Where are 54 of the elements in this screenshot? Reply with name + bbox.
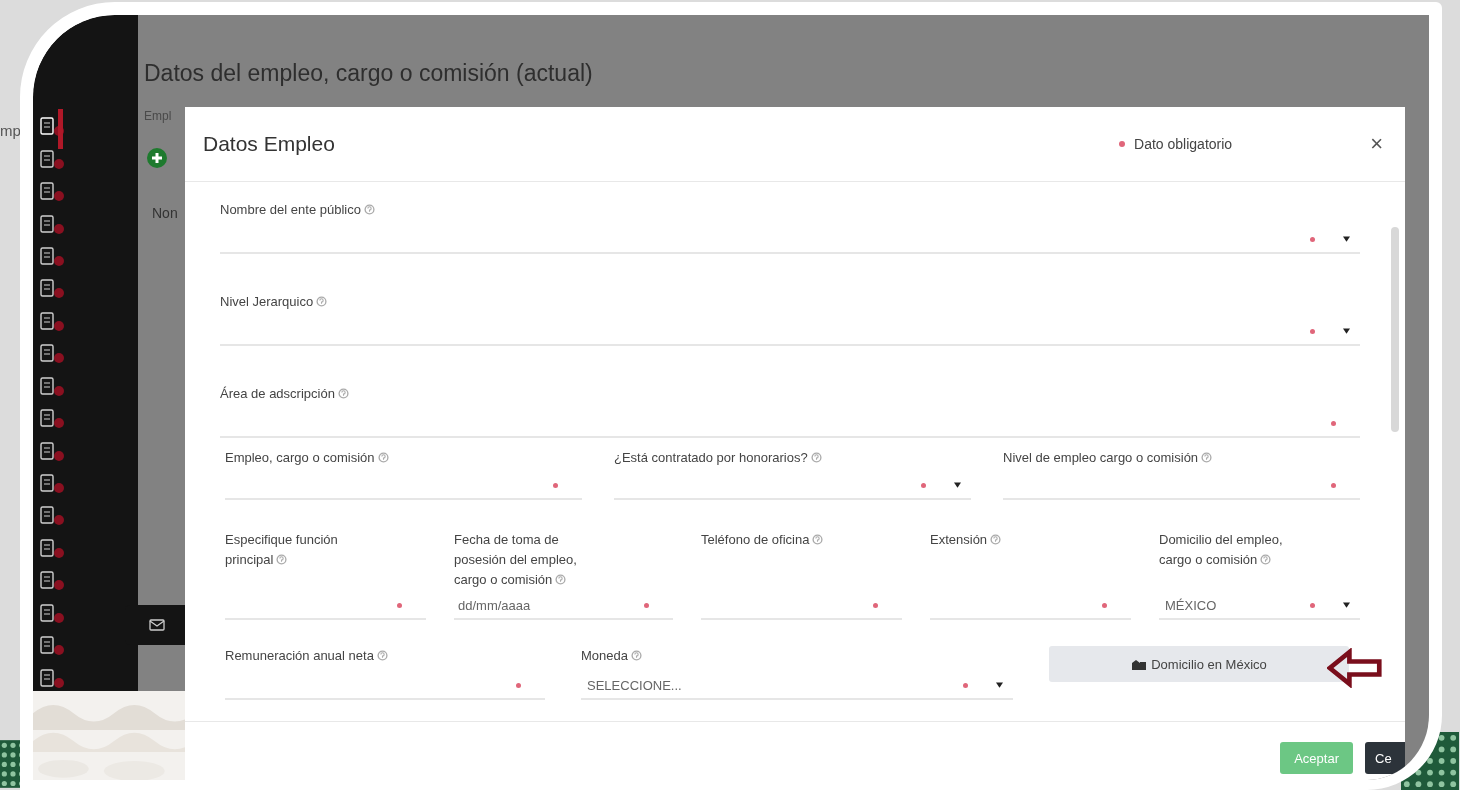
mail-icon (149, 619, 165, 631)
document-icon[interactable] (39, 181, 65, 204)
document-icon[interactable] (39, 602, 65, 625)
caret-icon (1343, 236, 1350, 242)
document-icon[interactable] (39, 375, 65, 398)
field-label: Nombre del ente público (220, 200, 1360, 220)
document-icon[interactable] (39, 537, 65, 560)
document-icon[interactable] (39, 213, 65, 236)
field-label: Domicilio del empleo, cargo o comisión (1159, 531, 1284, 569)
field-label: Nivel Jerarquico (220, 292, 1360, 312)
caret-icon (1343, 602, 1350, 608)
cancel-button[interactable]: Ce (1365, 742, 1405, 774)
date-field[interactable]: dd/mm/aaaa (454, 597, 634, 613)
field-label: Teléfono de oficina (701, 530, 851, 550)
document-icon[interactable] (39, 148, 65, 171)
caret-icon (1343, 328, 1350, 334)
field-label: Área de adscripción (220, 384, 1360, 404)
add-icon[interactable] (147, 148, 167, 168)
page-text: mp (0, 122, 21, 139)
field-label: Fecha de toma de posesión del empleo, cargo o comisión (454, 531, 578, 589)
modal-title: Datos Empleo (203, 132, 336, 156)
document-icon[interactable] (39, 116, 65, 139)
caret-icon (954, 482, 961, 488)
caret-icon (996, 682, 1003, 688)
close-button[interactable]: × (1370, 131, 1383, 157)
scrollbar[interactable] (1391, 227, 1399, 432)
document-icon[interactable] (39, 245, 65, 268)
document-icon[interactable] (39, 667, 65, 690)
required-dot (1119, 141, 1126, 147)
dropdown-field[interactable]: SELECCIONE... (581, 672, 1013, 700)
document-icon[interactable] (39, 343, 65, 366)
field-label: Especifique función principal (225, 531, 339, 569)
column-header: Non (152, 205, 178, 221)
dropdown-field[interactable]: MÉXICO (1159, 592, 1360, 620)
field-label: Nivel de empleo cargo o comisión (1003, 448, 1360, 468)
document-icon[interactable] (39, 635, 65, 658)
document-icon[interactable] (39, 440, 65, 463)
document-icon[interactable] (39, 570, 65, 593)
document-icon[interactable] (39, 278, 65, 301)
field-label: ¿Está contratado por honorarios? (614, 448, 971, 468)
document-icon[interactable] (39, 473, 65, 496)
field-label: Remuneración anual neta (225, 646, 545, 666)
page-title: Datos del empleo, cargo o comisión (actual) (144, 60, 593, 87)
field-label: Extensión (930, 530, 1080, 550)
field-label: Empleo, cargo o comisión (225, 448, 582, 468)
section-label: Empl (144, 109, 172, 123)
field-label: Moneda (581, 646, 1013, 666)
building-icon (1131, 658, 1148, 670)
arrow-drawing (1327, 648, 1383, 688)
address-button[interactable]: Domicilio en México (1049, 646, 1349, 682)
required-legend: Dato obligatorio (1134, 136, 1233, 152)
document-icon[interactable] (39, 408, 65, 431)
document-icon[interactable] (39, 310, 65, 333)
document-icon[interactable] (39, 505, 65, 528)
